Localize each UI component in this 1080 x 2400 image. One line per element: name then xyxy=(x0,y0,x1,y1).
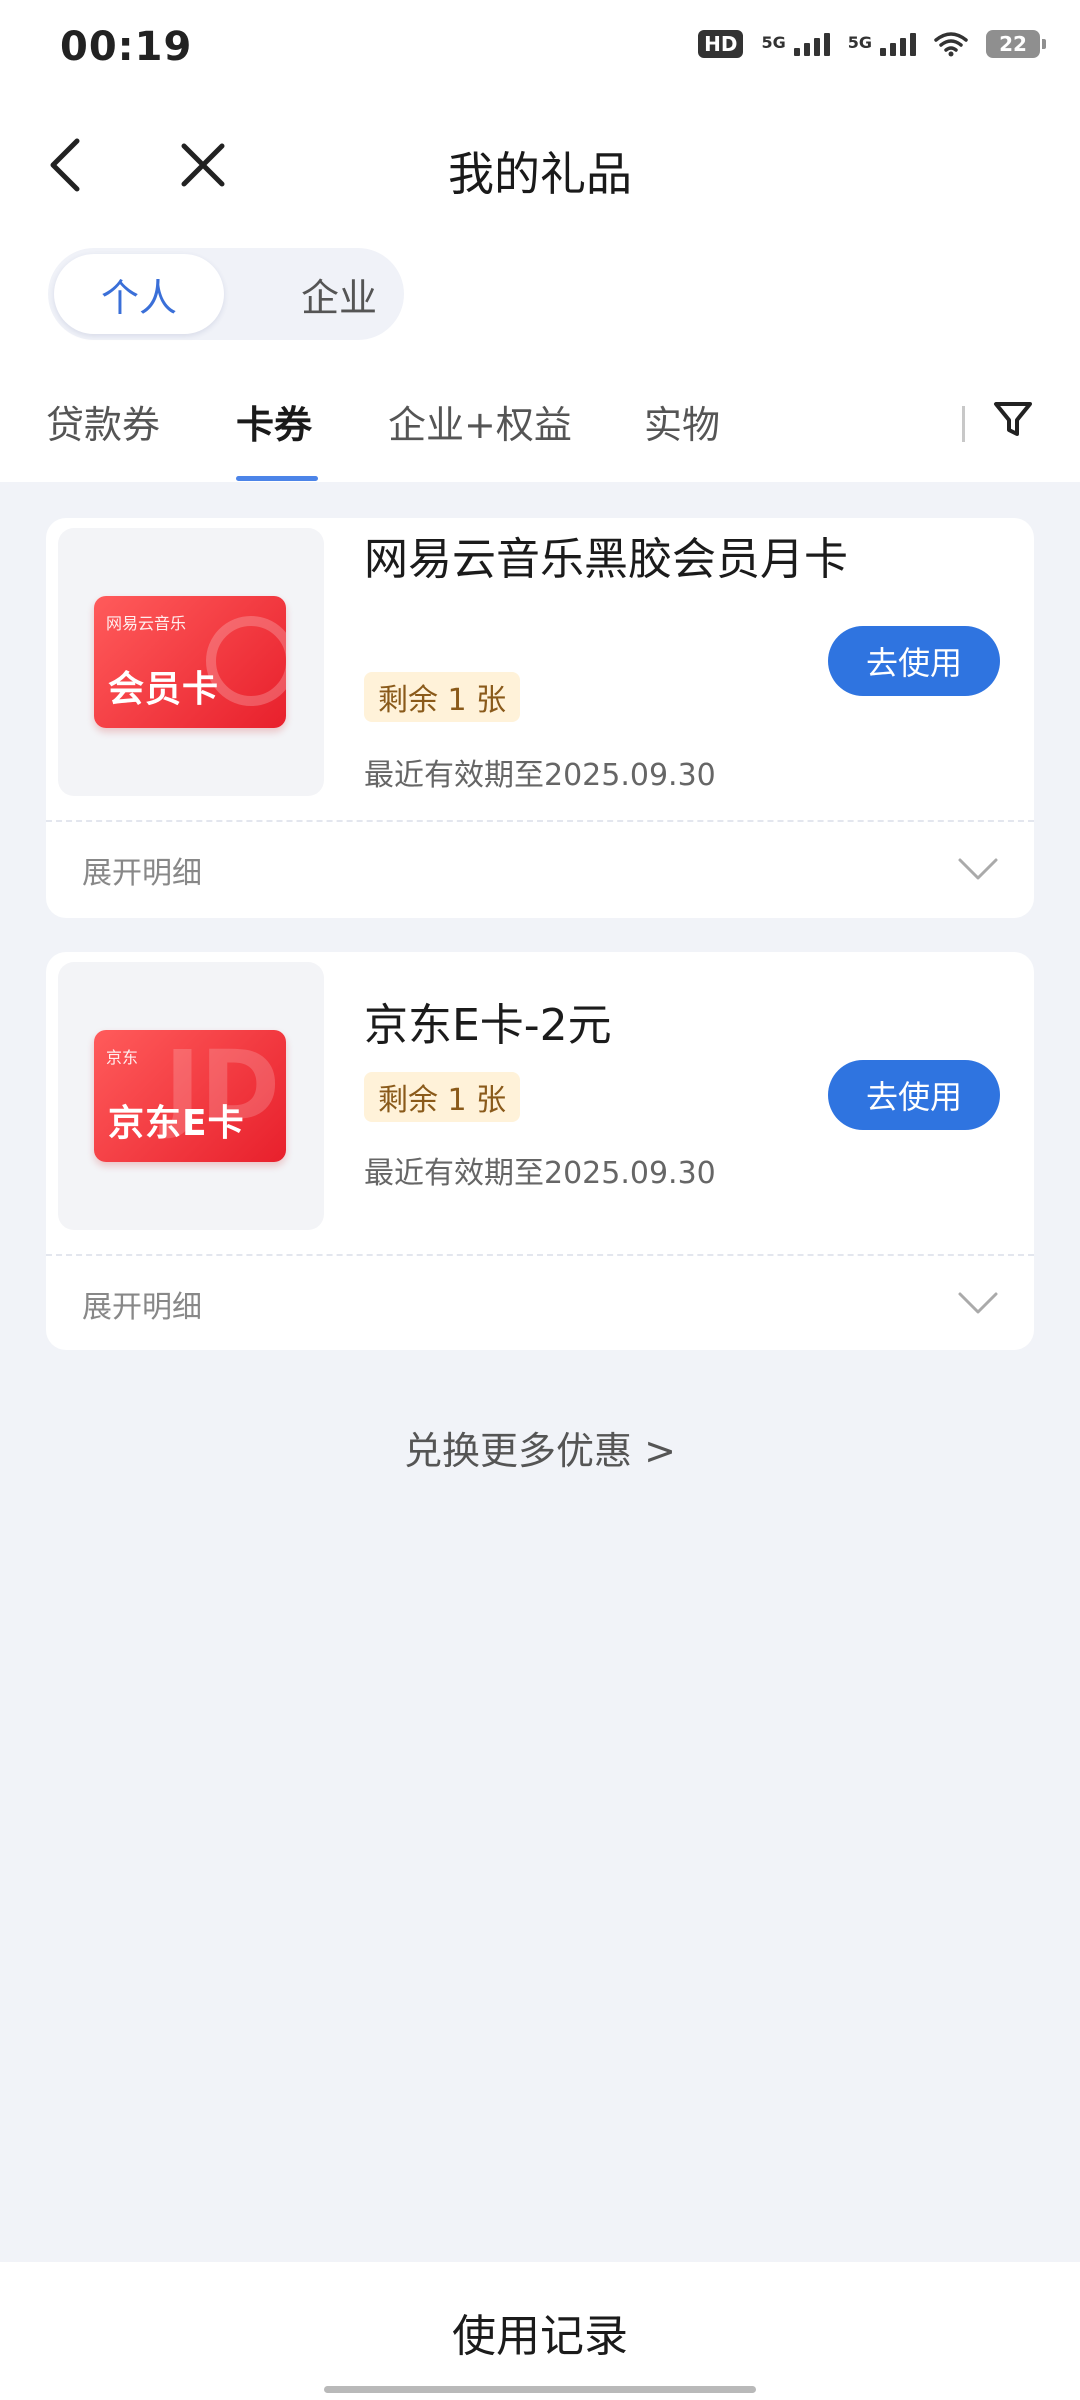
expand-label: 展开明细 xyxy=(82,1290,202,1325)
category-tabs: 贷款券 卡券 企业+权益 实物 xyxy=(0,380,1080,481)
jd-ecard-image: JD 京东 京东E卡 xyxy=(94,1030,286,1162)
thumb-text: 京东E卡 xyxy=(108,1103,245,1144)
expand-details[interactable]: 展开明细 xyxy=(46,1256,1034,1348)
chevron-down-icon xyxy=(958,858,998,880)
gift-card-netease: 网易云音乐 会员卡 网易云音乐黑胶会员月卡 剩余 1 张 最近有效期至2025.… xyxy=(46,518,1034,918)
use-button[interactable]: 去使用 xyxy=(828,626,1000,696)
navigation-bar: 我的礼品 xyxy=(0,110,1080,220)
gift-card-jd: JD 京东 京东E卡 京东E卡-2元 剩余 1 张 最近有效期至2025.09.… xyxy=(46,952,1034,1350)
wifi-icon xyxy=(934,32,968,57)
status-icons: HD 5G 5G 22 xyxy=(698,30,1046,58)
usage-records-button[interactable]: 使用记录 xyxy=(0,2300,1080,2364)
home-indicator[interactable] xyxy=(324,2386,756,2393)
card-body: 网易云音乐 会员卡 网易云音乐黑胶会员月卡 剩余 1 张 最近有效期至2025.… xyxy=(46,518,1034,820)
tabs-divider xyxy=(962,406,965,442)
thumb-text: 会员卡 xyxy=(108,669,220,710)
filter-icon[interactable] xyxy=(988,394,1038,444)
card-thumbnail: 网易云音乐 会员卡 xyxy=(58,528,324,796)
hd-voice-icon: HD xyxy=(698,30,744,58)
redeem-more-link[interactable]: 兑换更多优惠 > xyxy=(0,1420,1080,1475)
battery-icon: 22 xyxy=(986,30,1046,58)
card-title: 京东E卡-2元 xyxy=(364,1000,612,1051)
expand-details[interactable]: 展开明细 xyxy=(46,822,1034,914)
thumb-brand: 网易云音乐 xyxy=(106,614,187,633)
signal-icon-2: 5G xyxy=(848,32,916,56)
page-title: 我的礼品 xyxy=(448,147,632,201)
expiry-text: 最近有效期至2025.09.30 xyxy=(364,758,716,793)
thumb-brand: 京东 xyxy=(106,1048,139,1067)
tab-enterprise-benefits[interactable]: 企业+权益 xyxy=(388,394,572,449)
expiry-text: 最近有效期至2025.09.30 xyxy=(364,1156,716,1191)
netease-member-card-image: 网易云音乐 会员卡 xyxy=(94,596,286,728)
card-title: 网易云音乐黑胶会员月卡 xyxy=(364,534,848,585)
active-tab-indicator xyxy=(236,476,318,481)
header-area: 00:19 HD 5G 5G 22 我的礼品 个人 企业 贷款券 卡券 企业+权… xyxy=(0,0,1080,482)
page: 00:19 HD 5G 5G 22 我的礼品 个人 企业 贷款券 卡券 企业+权… xyxy=(0,0,1080,2400)
status-time: 00:19 xyxy=(60,24,193,70)
bottom-bar: 使用记录 xyxy=(0,2262,1080,2400)
account-type-toggle: 个人 企业 xyxy=(48,248,404,340)
signal-icon: 5G xyxy=(761,32,830,56)
use-button[interactable]: 去使用 xyxy=(828,1060,1000,1130)
card-thumbnail: JD 京东 京东E卡 xyxy=(58,962,324,1230)
chevron-down-icon xyxy=(958,1292,998,1314)
segment-enterprise[interactable]: 企业 xyxy=(274,254,404,334)
expand-label: 展开明细 xyxy=(82,856,202,891)
tab-cards[interactable]: 卡券 xyxy=(236,394,312,449)
tab-physical[interactable]: 实物 xyxy=(644,394,720,449)
card-body: JD 京东 京东E卡 京东E卡-2元 剩余 1 张 最近有效期至2025.09.… xyxy=(46,952,1034,1254)
remaining-badge: 剩余 1 张 xyxy=(364,672,521,722)
status-bar: 00:19 HD 5G 5G 22 xyxy=(0,0,1080,100)
segment-personal[interactable]: 个人 xyxy=(54,254,224,334)
remaining-badge: 剩余 1 张 xyxy=(364,1072,521,1122)
tab-loan-coupons[interactable]: 贷款券 xyxy=(46,394,160,449)
